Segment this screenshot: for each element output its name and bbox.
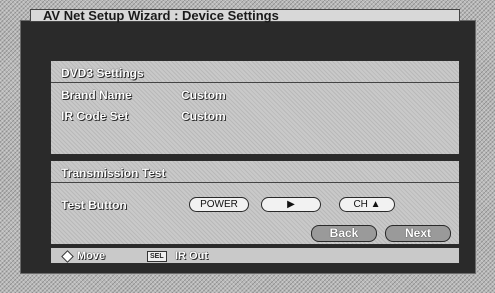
next-button[interactable]: Next <box>385 225 451 242</box>
move-label: Move <box>77 250 106 262</box>
divider <box>51 82 459 83</box>
footer-bar: Move SEL IR Out <box>50 247 460 264</box>
ir-out-label: IR Out <box>175 250 208 262</box>
play-button[interactable]: ▶ <box>261 197 321 212</box>
page-title: AV Net Setup Wizard : Device Settings <box>30 9 460 22</box>
transmission-test-panel: Transmission Test Test Button POWER ▶ CH… <box>50 160 460 245</box>
ir-code-set-label: IR Code Set <box>61 109 129 123</box>
channel-up-button[interactable]: CH ▲ <box>339 197 395 212</box>
divider <box>51 182 459 183</box>
sel-icon: SEL <box>147 251 167 262</box>
move-icon <box>61 250 74 263</box>
test-button-label: Test Button <box>61 198 127 212</box>
test-heading: Transmission Test <box>61 166 166 180</box>
settings-heading: DVD3 Settings <box>61 66 144 80</box>
brand-name-value[interactable]: Custom <box>181 88 226 102</box>
dvd-settings-panel: DVD3 Settings Brand Name Custom IR Code … <box>50 60 460 155</box>
ir-code-set-value[interactable]: Custom <box>181 109 226 123</box>
back-button[interactable]: Back <box>311 225 377 242</box>
brand-name-label: Brand Name <box>61 88 132 102</box>
power-button[interactable]: POWER <box>189 197 249 212</box>
